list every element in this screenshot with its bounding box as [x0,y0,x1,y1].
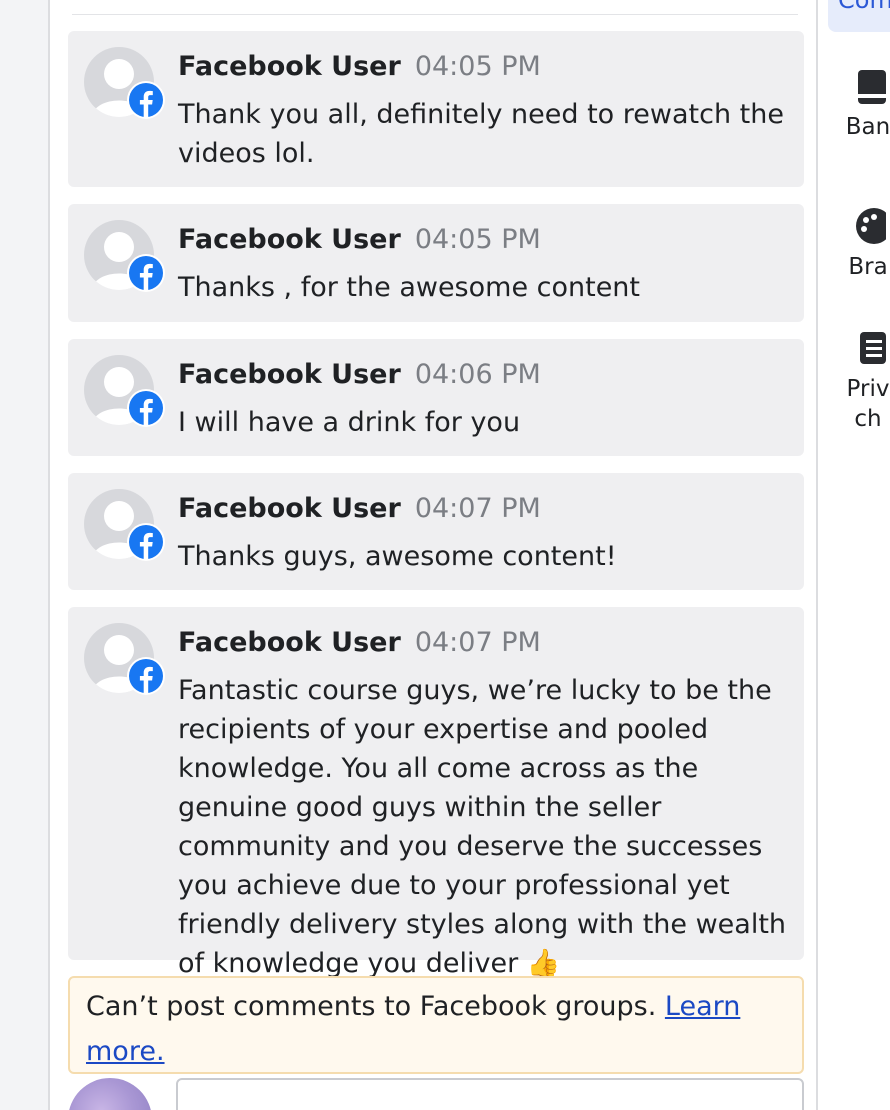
comment-text: Thanks , for the awesome content [178,272,641,303]
rail-item-label: Bra [848,254,888,280]
rail-item-label: Priv ch [846,376,890,432]
rail-item-privacy[interactable]: Priv ch [818,330,890,434]
palette-icon [856,208,886,244]
comments-panel: Facebook User 04:05 PM Thank you all, def… [48,0,818,1110]
live-stream-comments-view: Facebook User 04:05 PM Thank you all, def… [0,0,890,1110]
notice-text: Can’t post comments to Facebook groups. [86,991,657,1022]
divider [72,14,798,15]
facebook-groups-notice: Can’t post comments to Facebook groups. … [68,976,804,1074]
comment-text: Thanks guys, awesome content! [178,541,617,572]
rail-item-label: Ban [845,114,890,140]
comment-item: Facebook User 04:06 PM I will have a drin… [68,339,804,456]
comment-item: Facebook User 04:07 PM Fantastic course g… [68,607,804,979]
comment-author: Facebook User [178,493,401,524]
comment-time: 04:05 PM [414,51,541,82]
comment-text: I will have a drink for you [178,407,521,438]
current-user-avatar [68,1078,152,1110]
rail-item-brand[interactable]: Bra [818,208,890,282]
comment-text: Thank you all, definitely need to rewatc… [178,99,784,169]
comment-avatar [84,47,165,127]
comment-time: 04:07 PM [414,627,541,658]
comment-time: 04:07 PM [414,493,541,524]
comment-time: 04:06 PM [414,359,541,390]
rail-comments-button[interactable]: Com [828,0,890,32]
comment-header: Facebook User 04:07 PM [178,491,541,527]
banner-icon [858,70,886,104]
comment-item: Facebook User 04:07 PM Thanks guys, aweso… [68,473,804,590]
rail-item-banners[interactable]: Ban [818,68,890,142]
comment-time: 04:05 PM [414,224,541,255]
comment-item: Facebook User 04:05 PM Thank you all, def… [68,31,804,187]
right-rail: Com Ban Bra Priv ch [818,0,890,1110]
comment-author: Facebook User [178,627,401,658]
comment-author: Facebook User [178,224,401,255]
comment-avatar [84,355,165,435]
facebook-logo-icon [127,254,165,292]
comment-avatar [84,220,165,300]
comment-header: Facebook User 04:06 PM [178,357,541,393]
facebook-logo-icon [127,523,165,561]
comment-input[interactable] [176,1078,804,1110]
comment-author: Facebook User [178,359,401,390]
facebook-logo-icon [127,81,165,119]
comment-avatar [84,489,165,569]
comment-text: Fantastic course guys, we’re lucky to be… [178,675,787,979]
comment-item: Facebook User 04:05 PM Thanks , for the a… [68,204,804,322]
comment-header: Facebook User 04:07 PM [178,625,541,661]
facebook-logo-icon [127,657,165,695]
comment-header: Facebook User 04:05 PM [178,222,541,258]
checklist-icon [860,332,886,364]
comment-avatar [84,623,165,703]
facebook-logo-icon [127,389,165,427]
left-gutter [0,0,48,1110]
comment-author: Facebook User [178,51,401,82]
comment-header: Facebook User 04:05 PM [178,49,541,85]
